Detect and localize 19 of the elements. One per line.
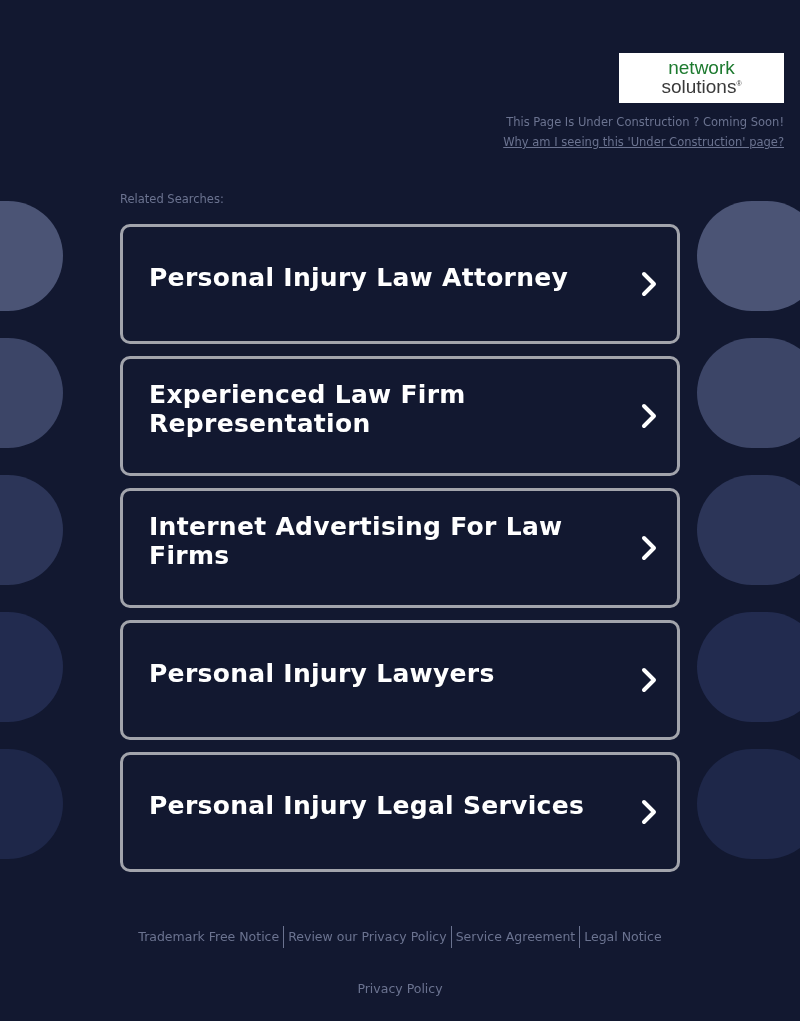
construction-notice: This Page Is Under Construction ? Coming Soon! — [506, 115, 784, 129]
footer-link[interactable]: Service Agreement — [450, 926, 580, 948]
search-link-card[interactable]: Internet Advertising For Law Firms — [120, 488, 680, 608]
chevron-right-icon — [641, 403, 657, 429]
chevron-right-icon — [641, 271, 657, 297]
chevron-right-icon — [641, 535, 657, 561]
logo: network solutions$^{®}$ — [619, 53, 784, 103]
why-link[interactable]: Why am I seeing this 'Under Construction' page? — [503, 135, 784, 149]
related-searches-label: Related Searches: — [120, 191, 225, 207]
footer-link[interactable]: Legal Notice — [579, 926, 666, 948]
footer-link[interactable]: Review our Privacy Policy — [283, 926, 451, 948]
chevron-right-icon — [641, 799, 657, 825]
footer-link[interactable]: Trademark Free Notice — [134, 926, 284, 948]
privacy-link[interactable]: Privacy Policy — [353, 978, 447, 1000]
chevron-right-icon — [641, 667, 657, 693]
search-link-card[interactable]: Experienced Law Firm Representation — [120, 356, 680, 476]
search-link-card[interactable]: Personal Injury Lawyers — [120, 620, 680, 740]
search-link-card[interactable]: Personal Injury Legal Services — [120, 752, 680, 872]
search-link-card[interactable]: Personal Injury Law Attorney — [120, 224, 680, 344]
